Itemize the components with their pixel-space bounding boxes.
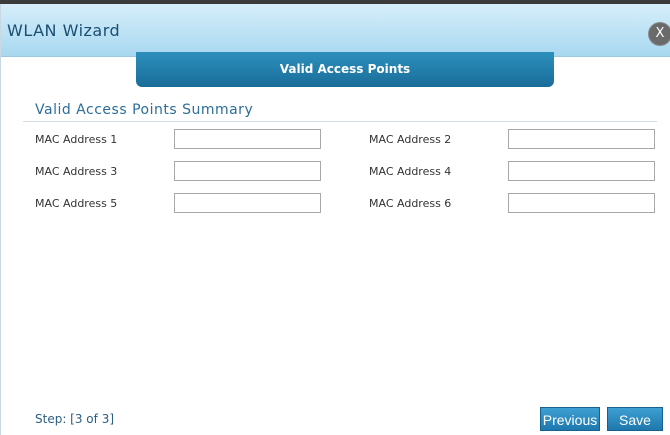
dialog-title: WLAN Wizard: [7, 21, 121, 40]
save-button[interactable]: Save: [607, 407, 663, 431]
mac-address-2-label: MAC Address 2: [369, 133, 452, 146]
mac-address-1-input[interactable]: [174, 129, 321, 149]
wlan-wizard-dialog: WLAN Wizard X Valid Access Points Valid …: [0, 4, 670, 435]
step-indicator: Step: [3 of 3]: [35, 412, 115, 426]
dialog-titlebar: WLAN Wizard X: [1, 4, 670, 57]
mac-address-6-label: MAC Address 6: [369, 197, 452, 210]
mac-address-3-label: MAC Address 3: [35, 165, 118, 178]
section-divider: [23, 121, 657, 122]
mac-address-5-label: MAC Address 5: [35, 197, 118, 210]
mac-address-4-input[interactable]: [508, 161, 655, 181]
mac-address-4-label: MAC Address 4: [369, 165, 452, 178]
mac-address-1-label: MAC Address 1: [35, 133, 118, 146]
mac-address-6-input[interactable]: [508, 193, 655, 213]
mac-address-2-input[interactable]: [508, 129, 655, 149]
step-banner: Valid Access Points: [136, 52, 554, 87]
mac-address-5-input[interactable]: [174, 193, 321, 213]
previous-button[interactable]: Previous: [540, 407, 600, 431]
close-button[interactable]: X: [649, 23, 670, 45]
mac-address-3-input[interactable]: [174, 161, 321, 181]
section-title: Valid Access Points Summary: [35, 102, 254, 118]
